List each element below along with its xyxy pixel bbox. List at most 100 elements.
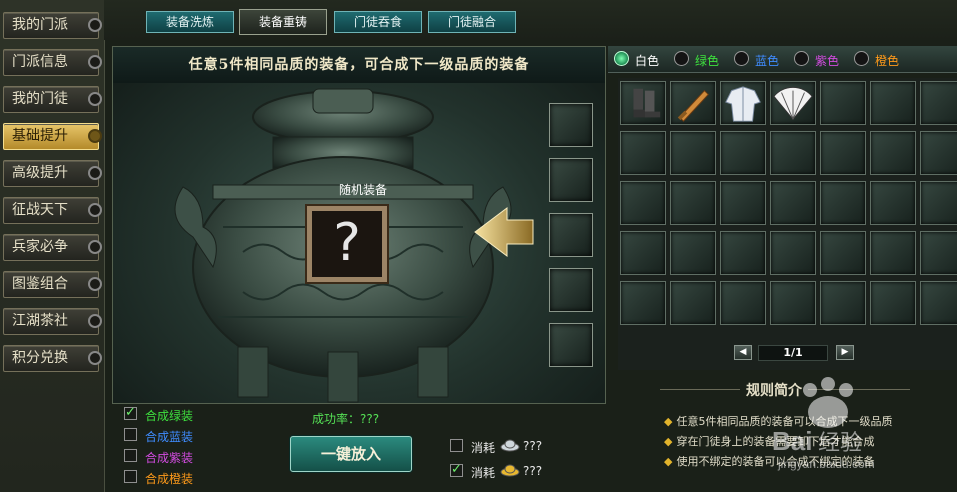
option-label-2[interactable]: 合成蓝装 (145, 428, 193, 445)
inventory-slot[interactable] (870, 231, 916, 275)
question-mark-icon: ? (333, 213, 361, 273)
inventory-slot[interactable] (620, 131, 666, 175)
random-equipment-slot[interactable]: ? (307, 206, 387, 282)
next-page-button[interactable]: ▶ (836, 345, 854, 360)
inventory-slot[interactable] (720, 281, 766, 325)
inventory-slot[interactable] (720, 181, 766, 225)
inventory-slot[interactable] (720, 131, 766, 175)
material-slot-5[interactable] (549, 323, 593, 367)
forge-panel: 任意5件相同品质的装备，可合成下一级品质的装备 随机装备 ? (112, 46, 606, 404)
cost-amount-1: ??? (523, 439, 543, 453)
material-slot-2[interactable] (549, 158, 593, 202)
nav-item-4[interactable]: 基础提升 (3, 123, 102, 150)
success-rate: 成功率：??? (312, 412, 380, 426)
tab-bar: 装备洗炼 装备重铸 门徒吞食 门徒融合 (104, 0, 957, 40)
filter-radio-1[interactable] (614, 51, 629, 66)
nav-item-label: 基础提升 (12, 128, 68, 144)
option-label-3[interactable]: 合成紫装 (145, 449, 193, 466)
inventory-slot[interactable] (820, 181, 866, 225)
inventory-slot[interactable] (920, 131, 957, 175)
nav-item-label: 江湖茶社 (12, 313, 68, 329)
filter-radio-3[interactable] (734, 51, 749, 66)
inventory-slot[interactable] (920, 81, 957, 125)
inventory-slot[interactable] (770, 181, 816, 225)
nav-item-9[interactable]: 江湖茶社 (3, 308, 102, 335)
inventory-slot[interactable] (870, 131, 916, 175)
option-label-1[interactable]: 合成绿装 (145, 407, 193, 424)
filter-radio-2[interactable] (674, 51, 689, 66)
inventory-slot[interactable] (620, 231, 666, 275)
material-slot-3[interactable] (549, 213, 593, 257)
option-checkbox-3[interactable] (124, 449, 137, 462)
nav-item-5[interactable]: 高级提升 (3, 160, 102, 187)
tab-1[interactable]: 装备洗炼 (146, 11, 234, 33)
filter-label-3[interactable]: 蓝色 (755, 52, 779, 69)
silver-icon (500, 439, 520, 452)
tab-2[interactable]: 装备重铸 (239, 9, 327, 35)
one-click-put-button[interactable]: 一键放入 (290, 436, 412, 472)
inventory-slot[interactable] (770, 231, 816, 275)
inventory-slot[interactable] (820, 81, 866, 125)
cost-checkbox-2[interactable] (450, 462, 463, 477)
option-label-4[interactable]: 合成橙装 (145, 470, 193, 487)
prev-page-button[interactable]: ◀ (734, 345, 752, 360)
random-slot-label: 随机装备 (338, 183, 387, 197)
tab-4[interactable]: 门徒融合 (428, 11, 516, 33)
inventory-slot[interactable] (770, 281, 816, 325)
inventory-slot[interactable] (620, 181, 666, 225)
nav-item-10[interactable]: 积分兑换 (3, 345, 102, 372)
side-nav: 我的门派门派信息我的门徒基础提升高级提升征战天下兵家必争图鉴组合江湖茶社积分兑换 (0, 0, 105, 492)
knob-icon (88, 314, 102, 328)
option-checkbox-2[interactable] (124, 428, 137, 441)
filter-label-1[interactable]: 白色 (635, 52, 659, 69)
inventory-slot[interactable] (770, 131, 816, 175)
inventory-slot[interactable] (820, 281, 866, 325)
inventory-slot[interactable] (920, 281, 957, 325)
inventory-slot[interactable] (670, 231, 716, 275)
inventory-slot[interactable] (670, 131, 716, 175)
knob-icon (88, 55, 102, 69)
option-checkbox-4[interactable] (124, 470, 137, 483)
inventory-slot[interactable] (720, 81, 766, 125)
nav-item-7[interactable]: 兵家必争 (3, 234, 102, 261)
option-checkbox-1[interactable] (124, 405, 137, 420)
nav-item-3[interactable]: 我的门徒 (3, 86, 102, 113)
nav-item-6[interactable]: 征战天下 (3, 197, 102, 224)
inventory-slot[interactable] (670, 81, 716, 125)
inventory-slot[interactable] (870, 181, 916, 225)
inventory-slot[interactable] (820, 131, 866, 175)
nav-item-label: 门派信息 (12, 54, 68, 70)
filter-label-4[interactable]: 紫色 (815, 52, 839, 69)
cost-checkbox-1[interactable] (450, 439, 463, 452)
inventory-slot[interactable] (670, 181, 716, 225)
inventory-slot[interactable] (720, 231, 766, 275)
knob-icon (88, 129, 102, 143)
nav-item-8[interactable]: 图鉴组合 (3, 271, 102, 298)
inventory-slot[interactable] (770, 81, 816, 125)
filter-label-2[interactable]: 绿色 (695, 52, 719, 69)
material-slot-1[interactable] (549, 103, 593, 147)
inventory-slot[interactable] (870, 81, 916, 125)
filter-radio-4[interactable] (794, 51, 809, 66)
arrow-left-icon (474, 207, 534, 257)
filter-radio-5[interactable] (854, 51, 869, 66)
inventory-slot[interactable] (620, 81, 666, 125)
nav-item-1[interactable]: 我的门派 (3, 12, 102, 39)
svg-text:经验: 经验 (818, 430, 862, 455)
inventory-slot[interactable] (620, 281, 666, 325)
nav-item-label: 我的门派 (12, 17, 68, 33)
tab-3[interactable]: 门徒吞食 (334, 11, 422, 33)
inventory-slot[interactable] (870, 281, 916, 325)
inventory-slot[interactable] (920, 231, 957, 275)
diamond-bullet-icon: ◆ (664, 415, 673, 428)
fan-icon (773, 87, 813, 121)
inventory-slot[interactable] (670, 281, 716, 325)
nav-item-label: 兵家必争 (12, 239, 68, 255)
filter-label-5[interactable]: 橙色 (875, 52, 899, 69)
quality-filter-bar: 白色 绿色 蓝色 紫色 橙色 (608, 46, 957, 73)
material-slot-4[interactable] (549, 268, 593, 312)
nav-item-2[interactable]: 门派信息 (3, 49, 102, 76)
inventory-slot[interactable] (820, 231, 866, 275)
nav-item-label: 图鉴组合 (12, 276, 68, 292)
inventory-slot[interactable] (920, 181, 957, 225)
